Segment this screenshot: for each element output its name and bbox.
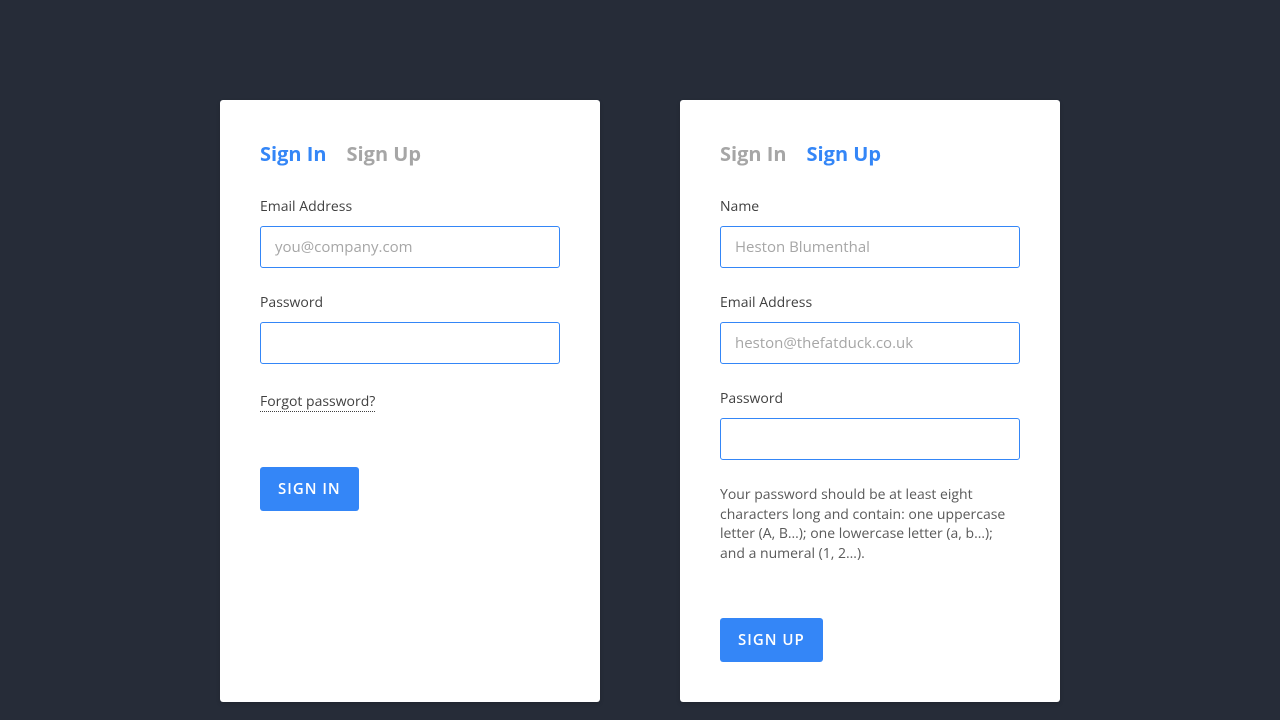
signin-email-label: Email Address bbox=[260, 197, 560, 216]
password-help-text: Your password should be at least eight c… bbox=[720, 485, 1020, 563]
signin-forgot-group: Forgot password? bbox=[260, 389, 560, 412]
signup-name-input[interactable] bbox=[720, 226, 1020, 268]
tab-signin[interactable]: Sign In bbox=[720, 140, 787, 167]
signup-name-group: Name bbox=[720, 197, 1020, 268]
signin-email-input[interactable] bbox=[260, 226, 560, 268]
tab-signup[interactable]: Sign Up bbox=[807, 140, 882, 167]
signin-password-group: Password bbox=[260, 293, 560, 364]
signin-email-group: Email Address bbox=[260, 197, 560, 268]
signup-tabs: Sign In Sign Up bbox=[720, 140, 1020, 167]
signup-password-label: Password bbox=[720, 389, 1020, 408]
signin-submit-button[interactable]: Sign In bbox=[260, 467, 359, 511]
signup-email-label: Email Address bbox=[720, 293, 1020, 312]
tab-signin[interactable]: Sign In bbox=[260, 140, 327, 167]
signup-card: Sign In Sign Up Name Email Address Passw… bbox=[680, 100, 1060, 702]
signin-password-label: Password bbox=[260, 293, 560, 312]
signup-email-input[interactable] bbox=[720, 322, 1020, 364]
signup-password-input[interactable] bbox=[720, 418, 1020, 460]
signup-password-group: Password bbox=[720, 389, 1020, 460]
signin-password-input[interactable] bbox=[260, 322, 560, 364]
tab-signup[interactable]: Sign Up bbox=[347, 140, 422, 167]
signup-submit-button[interactable]: Sign Up bbox=[720, 618, 823, 662]
signin-card: Sign In Sign Up Email Address Password F… bbox=[220, 100, 600, 702]
forgot-password-link[interactable]: Forgot password? bbox=[260, 392, 375, 412]
signup-password-help-group: Your password should be at least eight c… bbox=[720, 485, 1020, 563]
signup-name-label: Name bbox=[720, 197, 1020, 216]
signup-email-group: Email Address bbox=[720, 293, 1020, 364]
signin-tabs: Sign In Sign Up bbox=[260, 140, 560, 167]
